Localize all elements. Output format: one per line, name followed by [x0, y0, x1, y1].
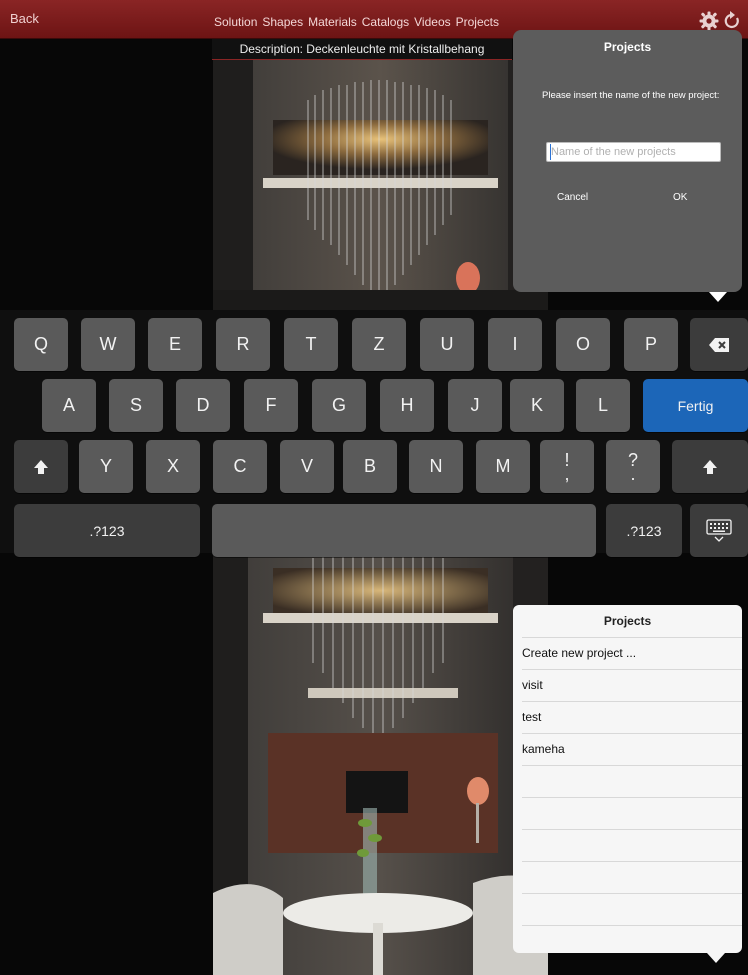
key-f[interactable]: F [244, 379, 298, 432]
backspace-icon [709, 337, 729, 352]
popover-title: Projects [603, 40, 652, 54]
nav-materials[interactable]: Materials [308, 15, 357, 29]
numbers-key-right[interactable]: .?123 [606, 504, 682, 557]
list-item-create-new-project[interactable]: Create new project ... [522, 637, 742, 669]
nav-solution[interactable]: Solution [214, 15, 257, 29]
main-nav: Solution Shapes Materials Catalogs Videos Pro… [214, 15, 504, 29]
key-period-label: . [630, 463, 636, 484]
gear-icon[interactable] [698, 10, 720, 32]
list-item-test[interactable]: test [522, 701, 742, 733]
refresh-icon[interactable] [722, 10, 742, 32]
list-item-empty [522, 797, 742, 829]
key-i[interactable]: I [488, 318, 542, 371]
key-u[interactable]: U [420, 318, 474, 371]
key-z[interactable]: Z [352, 318, 406, 371]
shift-key-right[interactable] [672, 440, 748, 493]
key-h[interactable]: H [380, 379, 434, 432]
nav-videos[interactable]: Videos [414, 15, 450, 29]
key-question-period[interactable]: ? . [606, 440, 660, 493]
key-o[interactable]: O [556, 318, 610, 371]
key-k[interactable]: K [510, 379, 564, 432]
key-b[interactable]: B [343, 440, 397, 493]
list-item-empty [522, 893, 742, 925]
key-p[interactable]: P [624, 318, 678, 371]
key-v[interactable]: V [280, 440, 334, 493]
projects-list-popover: Projects Create new project ... visit te… [513, 605, 742, 953]
popover-arrow [709, 292, 727, 302]
key-s[interactable]: S [109, 379, 163, 432]
key-e[interactable]: E [148, 318, 202, 371]
nav-shapes[interactable]: Shapes [262, 15, 303, 29]
key-w[interactable]: W [81, 318, 135, 371]
nav-projects[interactable]: Projects [456, 15, 499, 29]
numbers-key-left[interactable]: .?123 [14, 504, 200, 557]
popover-arrow [707, 953, 725, 963]
key-m[interactable]: M [476, 440, 530, 493]
list-item-kameha[interactable]: kameha [522, 733, 742, 765]
key-c[interactable]: C [213, 440, 267, 493]
product-photo-top [213, 60, 548, 310]
key-comma-label: , [564, 463, 570, 484]
cancel-button[interactable]: Cancel [557, 192, 588, 203]
new-project-popover: Projects Please insert the name of the n… [513, 30, 742, 292]
onscreen-keyboard: Q W E R T Z U I O P A S D F G H J K L Fe… [0, 310, 748, 557]
shift-icon [703, 459, 717, 474]
key-exclamation-comma[interactable]: ! , [540, 440, 594, 493]
key-d[interactable]: D [176, 379, 230, 432]
space-key[interactable] [212, 504, 596, 557]
key-t[interactable]: T [284, 318, 338, 371]
key-x[interactable]: X [146, 440, 200, 493]
shift-icon [34, 459, 48, 474]
key-y[interactable]: Y [79, 440, 133, 493]
key-g[interactable]: G [312, 379, 366, 432]
done-key[interactable]: Fertig [643, 379, 748, 432]
project-name-input[interactable] [546, 142, 721, 162]
list-item-visit[interactable]: visit [522, 669, 742, 701]
description-bar: Description: Deckenleuchte mit Kristallb… [212, 39, 512, 60]
key-r[interactable]: R [216, 318, 270, 371]
nav-catalogs[interactable]: Catalogs [362, 15, 409, 29]
key-q[interactable]: Q [14, 318, 68, 371]
back-button[interactable]: Back [10, 11, 39, 26]
product-photo-bottom [213, 553, 548, 975]
list-item-empty [522, 829, 742, 861]
list-item-empty [522, 925, 742, 953]
ok-button[interactable]: OK [673, 192, 687, 203]
key-l[interactable]: L [576, 379, 630, 432]
keyboard-hide-icon [706, 518, 732, 542]
hide-keyboard-key[interactable] [690, 504, 748, 557]
projects-list-title: Projects [603, 614, 652, 628]
list-item-empty [522, 765, 742, 797]
backspace-key[interactable] [690, 318, 748, 371]
shift-key-left[interactable] [14, 440, 68, 493]
list-item-empty [522, 861, 742, 893]
key-a[interactable]: A [42, 379, 96, 432]
text-caret [550, 144, 551, 160]
key-j[interactable]: J [448, 379, 502, 432]
key-n[interactable]: N [409, 440, 463, 493]
popover-message: Please insert the name of the new projec… [542, 90, 720, 101]
